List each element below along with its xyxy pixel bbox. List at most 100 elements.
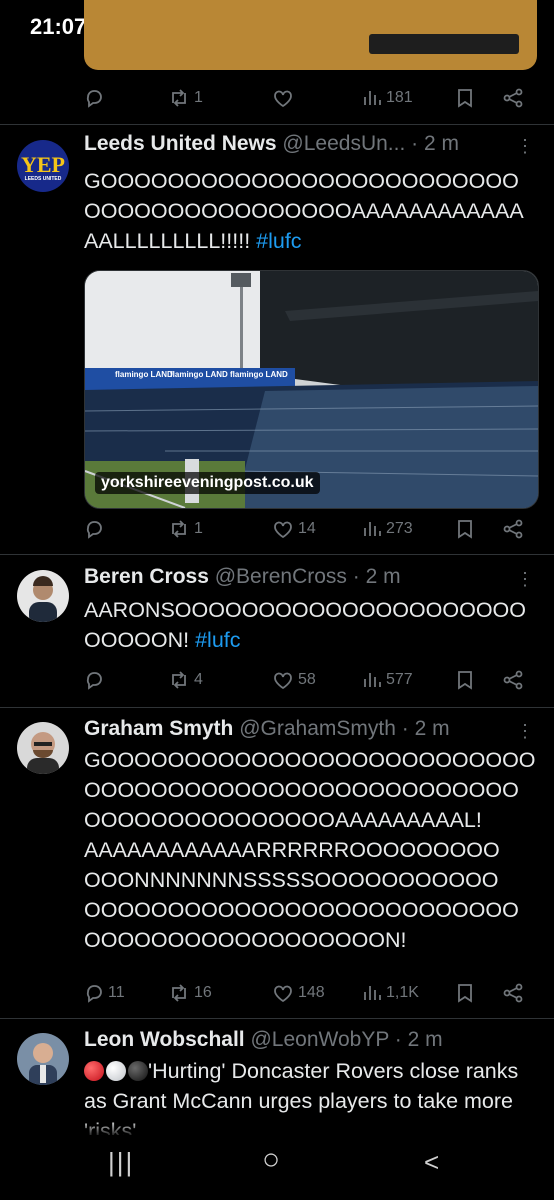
likes-count: 14: [298, 520, 316, 537]
share-icon: [502, 88, 524, 108]
prev-tweet-actions: 1 181: [84, 83, 524, 113]
repost-button[interactable]: 4: [168, 670, 203, 690]
heart-icon: [272, 88, 294, 108]
author-handle[interactable]: @LeedsUn...: [282, 132, 405, 155]
tweet-graham-smyth[interactable]: Graham Smyth @GrahamSmyth · 2 m ⋮ GOOOOO…: [0, 717, 554, 1007]
link-card-image[interactable]: flamingo LAND flamingo LAND flamingo LAN…: [84, 270, 539, 509]
share-button[interactable]: [502, 88, 524, 108]
reply-button[interactable]: 11: [84, 983, 125, 1003]
reply-icon: [84, 88, 104, 108]
like-button[interactable]: 14: [272, 519, 316, 539]
divider: [0, 707, 554, 708]
analytics-icon: [362, 88, 382, 108]
repost-button[interactable]: 1: [168, 519, 203, 539]
reply-button[interactable]: [84, 88, 108, 108]
tweet-text-line: OOOOOOOOOOOOOOOAAAAAAAAAL!: [84, 808, 482, 832]
tweet-text: GOOOOOOOOOOOOOOOOOOOOOOOOOOOOOOOOOOOOOOO…: [84, 166, 534, 256]
divider: [0, 1018, 554, 1019]
repost-icon: [168, 983, 190, 1003]
more-options-icon[interactable]: ⋮: [516, 569, 534, 590]
tweet-time: · 2 m: [394, 1028, 443, 1051]
author-handle[interactable]: @BerenCross: [215, 565, 347, 588]
more-options-icon[interactable]: ⋮: [516, 721, 534, 742]
heart-icon: [272, 519, 294, 539]
reposts-count: 16: [194, 984, 212, 1001]
share-button[interactable]: [502, 983, 524, 1003]
previous-tweet-media[interactable]: [84, 0, 537, 70]
author-name[interactable]: Graham Smyth: [84, 717, 233, 740]
heart-icon: [272, 670, 294, 690]
views-count: 273: [386, 520, 413, 537]
views-button[interactable]: 181: [362, 88, 413, 108]
like-button[interactable]: 148: [272, 983, 325, 1003]
tweet-actions: 4 58 577: [84, 665, 524, 695]
more-options-icon[interactable]: ⋮: [516, 136, 534, 157]
bookmark-button[interactable]: [456, 670, 474, 690]
avatar-photo: [29, 1043, 57, 1085]
author-handle[interactable]: @LeonWobYP: [250, 1028, 388, 1051]
share-icon: [502, 983, 524, 1003]
avatar-photo: [27, 732, 59, 774]
like-button[interactable]: [272, 88, 298, 108]
author-name[interactable]: Leon Wobschall: [84, 1028, 245, 1051]
link-domain-label: yorkshireeveningpost.co.uk: [95, 472, 320, 494]
bookmark-button[interactable]: [456, 88, 474, 108]
hashtag-link[interactable]: #lufc: [195, 628, 240, 652]
avatar-photo: [29, 576, 57, 622]
avatar[interactable]: [17, 1033, 69, 1085]
tweet-time: · 2 m: [401, 717, 450, 740]
reply-icon: [84, 519, 104, 539]
home-button[interactable]: ○: [262, 1143, 280, 1177]
recent-apps-button[interactable]: |||: [108, 1147, 134, 1178]
tweet-header: Graham Smyth @GrahamSmyth · 2 m: [84, 717, 530, 745]
views-button[interactable]: 273: [362, 519, 413, 539]
tweet-leeds-united-news[interactable]: YEP LEEDS UNITED Leeds United News @Leed…: [0, 132, 554, 554]
reply-button[interactable]: [84, 519, 108, 539]
share-icon: [502, 670, 524, 690]
bookmark-icon: [456, 519, 474, 539]
avatar[interactable]: [17, 570, 69, 622]
tweet-text: AARONSOOOOOOOOOOOOOOOOOOOOOOOOOON! #lufc: [84, 595, 534, 655]
views-button[interactable]: 1,1K: [362, 983, 419, 1003]
reply-icon: [84, 670, 104, 690]
tweet-actions: 11 16 148 1,1K: [84, 978, 524, 1008]
share-button[interactable]: [502, 519, 524, 539]
bookmark-icon: [456, 88, 474, 108]
share-button[interactable]: [502, 670, 524, 690]
bookmark-button[interactable]: [456, 983, 474, 1003]
views-count: 1,1K: [386, 984, 419, 1001]
bookmark-button[interactable]: [456, 519, 474, 539]
bookmark-icon: [456, 670, 474, 690]
reposts-count: 4: [194, 671, 203, 688]
tweet-text-content: AARONSOOOOOOOOOOOOOOOOOOOOOOOOOON!: [84, 598, 526, 652]
analytics-icon: [362, 519, 382, 539]
author-handle[interactable]: @GrahamSmyth: [239, 717, 396, 740]
tweet-actions: 1 14 273: [84, 514, 524, 544]
android-nav-bar: ||| ○ <: [0, 1135, 554, 1200]
repost-button[interactable]: 16: [168, 983, 212, 1003]
stadium-sign-3: flamingo LAND: [230, 370, 288, 379]
tweet-time: · 2 m: [411, 132, 459, 155]
reposts-count: 1: [194, 520, 203, 537]
tweet-text-line: AAAAAAAAAAAARRRRRROOOOOOOOO: [84, 838, 500, 862]
likes-count: 148: [298, 984, 325, 1001]
author-name[interactable]: Leeds United News: [84, 132, 277, 155]
avatar[interactable]: [17, 722, 69, 774]
tweet-header: Leeds United News @LeedsUn... · 2 m: [84, 132, 530, 160]
back-button[interactable]: <: [424, 1147, 439, 1178]
like-button[interactable]: 58: [272, 670, 316, 690]
views-count: 577: [386, 671, 413, 688]
reply-button[interactable]: [84, 670, 108, 690]
tweet-beren-cross[interactable]: Beren Cross @BerenCross · 2 m ⋮ AARONSOO…: [0, 565, 554, 705]
tweet-header: Leon Wobschall @LeonWobYP · 2 m: [84, 1028, 530, 1056]
tweet-text-line: OOOOOOOOOOOOOOOOOOOOOOOOOO: [84, 778, 519, 802]
avatar[interactable]: YEP LEEDS UNITED: [17, 140, 69, 192]
repost-button[interactable]: 1: [168, 88, 203, 108]
hashtag-link[interactable]: #lufc: [256, 229, 301, 253]
analytics-icon: [362, 670, 382, 690]
author-name[interactable]: Beren Cross: [84, 565, 209, 588]
tweet-text-line: GOOOOOOOOOOOOOOOOOOOOOOOOOO: [84, 748, 536, 772]
views-button[interactable]: 577: [362, 670, 413, 690]
media-overlay: [369, 34, 519, 54]
white-circle-icon: [106, 1061, 126, 1081]
